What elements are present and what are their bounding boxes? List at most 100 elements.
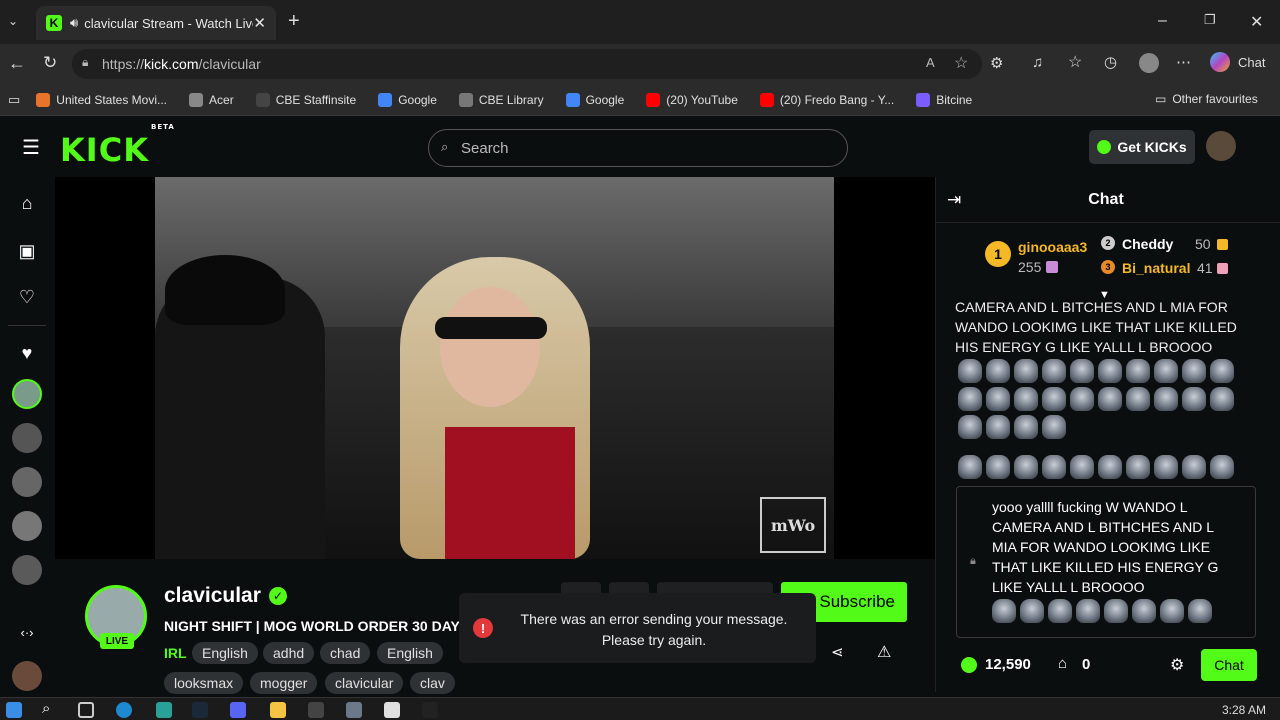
bookmark-item[interactable]: Google xyxy=(378,92,437,107)
steam-icon[interactable] xyxy=(192,702,208,718)
bookmark-item[interactable]: CBE Staffinsite xyxy=(255,92,356,107)
emote-icon xyxy=(1188,599,1212,623)
error-line-2: Please try again. xyxy=(601,632,707,648)
taskbar-clock[interactable]: 3:28 AM xyxy=(1222,703,1266,717)
back-icon[interactable]: ← xyxy=(8,53,26,74)
gift-icon xyxy=(1046,261,1058,273)
rank-2-badge: 2 xyxy=(1101,236,1115,250)
channel-points[interactable]: 12,590 xyxy=(985,656,1031,673)
url-path: /clavicular xyxy=(198,56,261,72)
home-icon[interactable]: ⌂ xyxy=(17,193,37,213)
report-icon[interactable]: ⚠ xyxy=(877,642,891,662)
task-view-icon[interactable] xyxy=(78,702,94,718)
more-icon[interactable]: ⋯ xyxy=(1176,53,1191,71)
bookmark-item[interactable]: (20) YouTube xyxy=(646,92,738,107)
following-icon[interactable]: ♡ xyxy=(17,287,37,307)
close-tab-icon[interactable]: ✕ xyxy=(253,14,266,32)
url-field[interactable]: 🔒︎ https://kick.com/clavicular A ☆ xyxy=(72,49,982,79)
emote-icon xyxy=(986,359,1010,383)
discord-icon[interactable] xyxy=(230,702,246,718)
minimize-icon[interactable]: – xyxy=(1158,12,1167,30)
chat-input[interactable]: 🔒︎ yooo yallll fucking W WANDO L CAMERA … xyxy=(956,486,1256,638)
other-favourites[interactable]: ▭ Other favourites xyxy=(1155,92,1258,106)
bookmark-item[interactable]: Acer xyxy=(189,92,234,107)
menu-icon[interactable]: ☰ xyxy=(22,135,40,160)
bookmark-item[interactable]: United States Movi... xyxy=(36,92,167,107)
tag-2[interactable]: chad xyxy=(320,642,371,664)
tag-3[interactable]: English xyxy=(377,642,443,664)
app-icon[interactable] xyxy=(156,702,172,718)
bookmark-icon xyxy=(458,92,473,107)
search-input[interactable]: ⌕ Search xyxy=(428,129,848,167)
emote-icon xyxy=(1104,599,1128,623)
app-icon[interactable] xyxy=(422,702,438,718)
bookmark-icon xyxy=(565,92,580,107)
share-icon[interactable]: ⋖ xyxy=(831,643,844,661)
favorites-icon[interactable]: ☆ xyxy=(1068,52,1082,72)
collapse-nav-icon[interactable]: ‹·› xyxy=(17,625,37,645)
get-kicks-button[interactable]: Get KICKs xyxy=(1089,130,1195,164)
speaker-icon[interactable]: 🔊︎ xyxy=(70,15,78,31)
read-aloud-icon[interactable]: A xyxy=(926,55,935,70)
kicks-shop-icon[interactable]: ⌂ xyxy=(1058,655,1067,672)
video-player[interactable]: mWo xyxy=(55,177,935,559)
refresh-icon[interactable]: ↻ xyxy=(43,53,57,73)
file-explorer-icon[interactable] xyxy=(270,702,286,718)
bottom-avatar[interactable] xyxy=(12,661,42,691)
channel-name[interactable]: clavicular xyxy=(164,584,261,608)
edge-icon[interactable] xyxy=(116,702,132,718)
user-avatar[interactable] xyxy=(1206,131,1236,161)
close-window-icon[interactable]: ✕ xyxy=(1250,12,1263,32)
emote-icon xyxy=(1126,387,1150,411)
url-prefix: https:// xyxy=(102,56,145,72)
profile-avatar[interactable] xyxy=(1139,53,1159,73)
followed-channel-avatar[interactable] xyxy=(12,423,42,453)
browser-tab[interactable]: K 🔊︎ clavicular Stream - Watch Live ✕ xyxy=(36,6,276,40)
tag-7[interactable]: clav xyxy=(410,672,455,694)
points-icon xyxy=(961,657,977,673)
bookmark-item[interactable]: CBE Library xyxy=(458,92,544,107)
app-icon[interactable] xyxy=(346,702,362,718)
followed-channel-avatar[interactable] xyxy=(12,511,42,541)
send-chat-button[interactable]: Chat xyxy=(1201,649,1257,681)
browse-icon[interactable]: ▣ xyxy=(17,241,37,261)
settings-gear-icon[interactable]: ⚙ xyxy=(1170,655,1184,675)
tag-4[interactable]: looksmax xyxy=(164,672,244,694)
leader-2-name[interactable]: Cheddy xyxy=(1122,236,1173,252)
verified-icon: ✓ xyxy=(269,587,287,605)
reading-icon[interactable]: ▭ xyxy=(8,92,20,108)
start-icon[interactable] xyxy=(6,702,22,718)
input-emotes xyxy=(992,599,1242,623)
new-tab-icon[interactable]: + xyxy=(288,10,300,33)
emote-icon xyxy=(1042,415,1066,439)
category-link[interactable]: IRL xyxy=(164,645,187,661)
history-icon[interactable]: ◷ xyxy=(1104,53,1117,71)
tag-5[interactable]: mogger xyxy=(250,672,318,694)
leader-3-name[interactable]: Bi_natural xyxy=(1122,260,1190,276)
media-icon[interactable]: ♫ xyxy=(1032,54,1043,71)
store-icon[interactable] xyxy=(384,702,400,718)
copilot-chat-button[interactable]: Chat xyxy=(1210,52,1265,72)
tab-list-chevron-icon[interactable]: ⌄ xyxy=(8,14,18,28)
favorite-star-icon[interactable]: ☆ xyxy=(954,53,968,73)
person-center-face xyxy=(440,287,540,407)
video-frame[interactable]: mWo xyxy=(155,177,834,559)
followed-channel-avatar[interactable] xyxy=(12,379,42,409)
bookmark-item[interactable]: (20) Fredo Bang - Y... xyxy=(759,92,894,107)
leader-1-name[interactable]: ginooaaa3 xyxy=(1018,239,1087,255)
followed-channel-avatar[interactable] xyxy=(12,555,42,585)
search-taskbar-icon[interactable]: ⌕ xyxy=(42,700,50,717)
followed-channel-avatar[interactable] xyxy=(12,467,42,497)
restore-icon[interactable]: ❐ xyxy=(1204,12,1216,28)
kick-logo[interactable]: KICKBETA xyxy=(60,123,174,169)
leader-2-value: 50 xyxy=(1195,236,1211,252)
rank-1-badge: 1 xyxy=(985,241,1011,267)
tag-6[interactable]: clavicular xyxy=(325,672,404,694)
tag-0[interactable]: English xyxy=(192,642,258,664)
extensions-icon[interactable]: ⚙ xyxy=(990,54,1003,72)
bookmark-item[interactable]: Google xyxy=(565,92,624,107)
bookmark-item[interactable]: Bitcine xyxy=(916,92,972,107)
app-icon[interactable] xyxy=(308,702,324,718)
tag-1[interactable]: adhd xyxy=(263,642,315,664)
emote-icon xyxy=(1070,455,1094,479)
